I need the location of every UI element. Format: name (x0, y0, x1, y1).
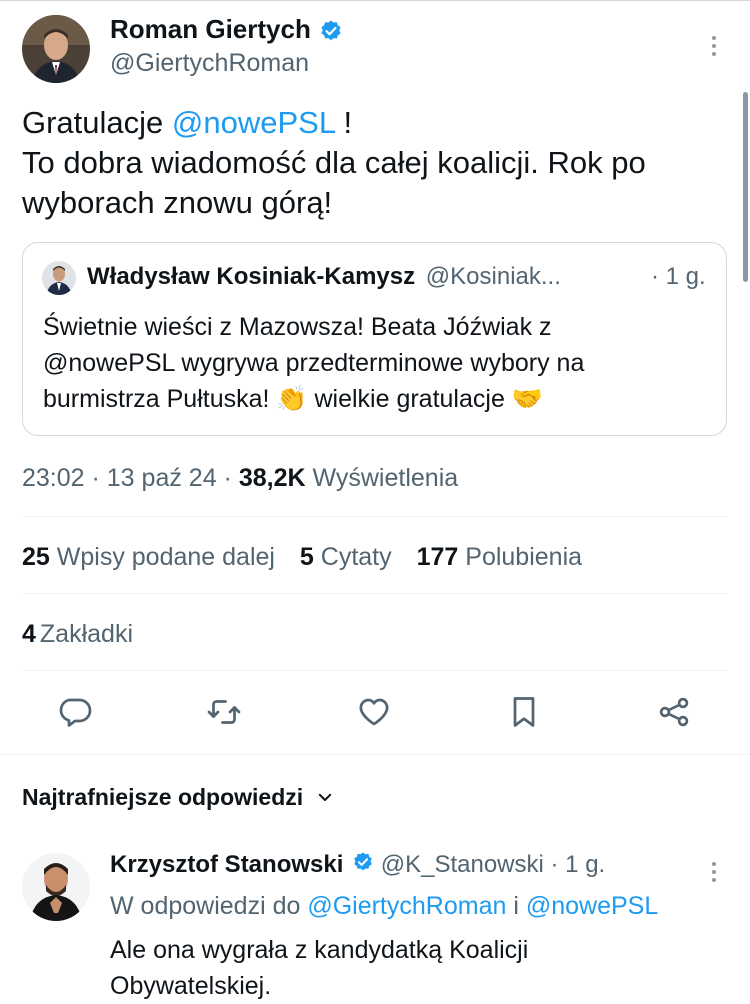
tweet-meta: 23:02 · 13 paź 24 · 38,2K Wyświetlenia (22, 464, 459, 492)
tweet-text: Gratulacje @nowePSL ! To dobra wiadomość… (22, 103, 732, 223)
tweet-text-line-2: To dobra wiadomość dla całej koalicji. R… (22, 145, 646, 180)
verified-badge-icon (319, 19, 343, 48)
reply-avatar[interactable] (22, 853, 90, 921)
chevron-down-icon (316, 785, 334, 812)
reply-text: Ale ona wygrała z kandydatką Koalicji Ob… (110, 932, 730, 1004)
quote-text-line-2: @nowePSL wygrywa przedterminowe wybory n… (43, 349, 585, 377)
reply-context: W odpowiedzi do @GiertychRoman i @nowePS… (110, 892, 659, 920)
verified-badge-icon (352, 851, 374, 880)
replies-header: Najtrafniejsze odpowiedzi (22, 784, 304, 810)
divider (0, 754, 750, 755)
divider (22, 516, 728, 517)
retweet-icon[interactable] (206, 694, 242, 730)
reply-header: Krzysztof Stanowski @K_Stanowski · 1 g. (110, 851, 605, 880)
quote-author-handle[interactable]: @Kosiniak... (426, 263, 561, 290)
mention-link[interactable]: @nowePSL (172, 105, 335, 140)
reply-author-name[interactable]: Krzysztof Stanowski (110, 851, 343, 878)
author-name-row: Roman Giertych (110, 14, 343, 48)
quote-text-line-1: Świetnie wieści z Mazowsza! Beata Jóźwia… (43, 313, 552, 341)
divider (22, 593, 728, 594)
reply-mention-2[interactable]: @nowePSL (526, 892, 658, 920)
bookmarks-stat[interactable]: 4 Zakładki (22, 620, 133, 649)
scrollbar[interactable] (743, 92, 748, 282)
share-icon[interactable] (656, 694, 692, 730)
tweet-date[interactable]: 13 paź 24 (107, 464, 217, 492)
reply-more-options-icon[interactable] (712, 858, 716, 886)
quoted-tweet[interactable]: Władysław Kosiniak-Kamysz @Kosiniak... ·… (22, 242, 727, 436)
reply-mention-1[interactable]: @GiertychRoman (307, 892, 506, 920)
reply-text-line-2: Obywatelskiej. (110, 972, 272, 1000)
bookmark-icon[interactable] (506, 694, 542, 730)
likes-stat[interactable]: 177 Polubienia (417, 543, 582, 571)
quotes-stat[interactable]: 5 Cytaty (300, 543, 392, 571)
tweet-text-line-1: Gratulacje @nowePSL ! (22, 105, 353, 140)
quote-text: Świetnie wieści z Mazowsza! Beata Jóźwia… (43, 309, 723, 417)
reply-icon[interactable] (57, 694, 93, 730)
views-label: Wyświetlenia (305, 464, 459, 492)
tweet-text-line-3: wyborach znowu górą! (22, 185, 333, 220)
quote-avatar (42, 261, 76, 295)
quote-author-name[interactable]: Władysław Kosiniak-Kamysz (87, 263, 415, 290)
replies-sort-dropdown[interactable]: Najtrafniejsze odpowiedzi (22, 784, 334, 812)
reply-time[interactable]: · 1 g. (551, 851, 606, 878)
views-count: 38,2K (238, 464, 306, 492)
top-border (0, 0, 750, 1)
quote-text-line-3: burmistrza Pułtuska! 👏 wielkie gratulacj… (43, 385, 543, 413)
tweet-time[interactable]: 23:02 (22, 464, 85, 492)
reply-author-handle[interactable]: @K_Stanowski (381, 851, 544, 878)
author-handle[interactable]: @GiertychRoman (110, 49, 309, 78)
reply-text-line-1: Ale ona wygrała z kandydatką Koalicji (110, 936, 529, 964)
more-options-icon[interactable] (712, 32, 716, 60)
stats-row: 25 Wpisy podane dalej 5 Cytaty 177 Polub… (22, 543, 582, 572)
quote-header: Władysław Kosiniak-Kamysz @Kosiniak... (87, 263, 561, 291)
avatar[interactable] (22, 15, 90, 83)
retweets-stat[interactable]: 25 Wpisy podane dalej (22, 543, 275, 571)
author-name[interactable]: Roman Giertych (110, 14, 311, 44)
like-icon[interactable] (356, 694, 392, 730)
quote-time[interactable]: · 1 g. (651, 263, 706, 291)
divider (22, 670, 728, 671)
